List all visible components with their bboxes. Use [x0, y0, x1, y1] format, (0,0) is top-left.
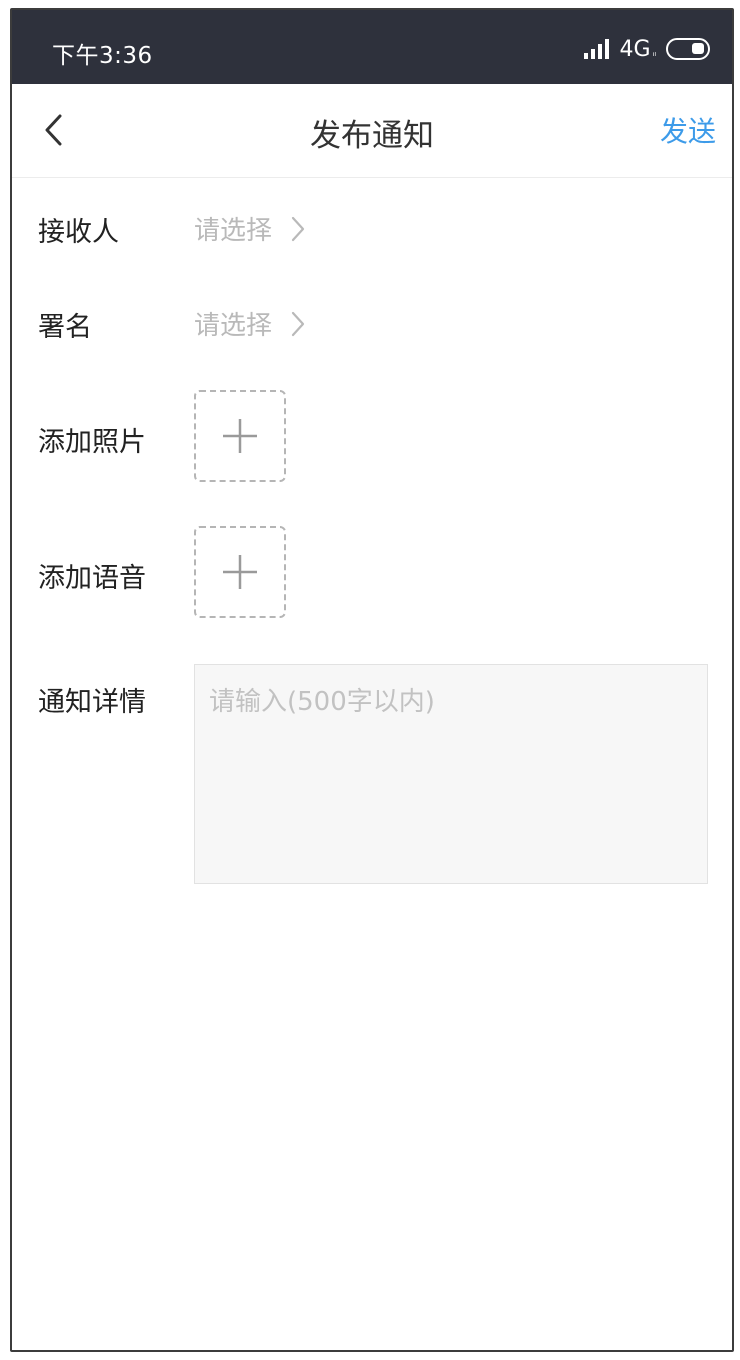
- add-voice-button[interactable]: [194, 526, 286, 618]
- recipient-value: 请选择: [194, 216, 273, 246]
- nav-bar: 发布通知 发送: [12, 84, 732, 178]
- details-textarea[interactable]: [194, 664, 708, 884]
- send-button[interactable]: 发送: [660, 110, 716, 150]
- chevron-right-icon: [291, 311, 305, 336]
- network-activity-icon: ᵢₗ: [652, 47, 656, 59]
- plus-icon: [223, 419, 257, 453]
- signature-label: 署名: [38, 312, 92, 343]
- phone-screen: 下午3:36 4G ᵢₗ 发布通知 发送 接收人 请选择 署名 请选择 添加照片…: [10, 8, 734, 1352]
- details-label: 通知详情: [38, 687, 146, 718]
- plus-icon: [223, 555, 257, 589]
- add-voice-label: 添加语音: [38, 563, 146, 594]
- network-type: 4G: [619, 36, 651, 62]
- add-photo-button[interactable]: [194, 390, 286, 482]
- recipient-label: 接收人: [38, 217, 119, 248]
- status-bar: 下午3:36 4G ᵢₗ: [12, 10, 732, 84]
- battery-icon: [666, 38, 710, 60]
- chevron-right-icon: [291, 216, 305, 241]
- status-time: 下午3:36: [52, 43, 153, 69]
- signal-icon: [583, 39, 609, 59]
- signature-select[interactable]: 请选择: [194, 305, 306, 342]
- page-title: 发布通知: [310, 118, 434, 154]
- signature-value: 请选择: [194, 311, 273, 341]
- recipient-select[interactable]: 请选择: [194, 210, 306, 247]
- status-indicators: 4G ᵢₗ: [583, 34, 710, 64]
- add-photo-label: 添加照片: [38, 427, 146, 458]
